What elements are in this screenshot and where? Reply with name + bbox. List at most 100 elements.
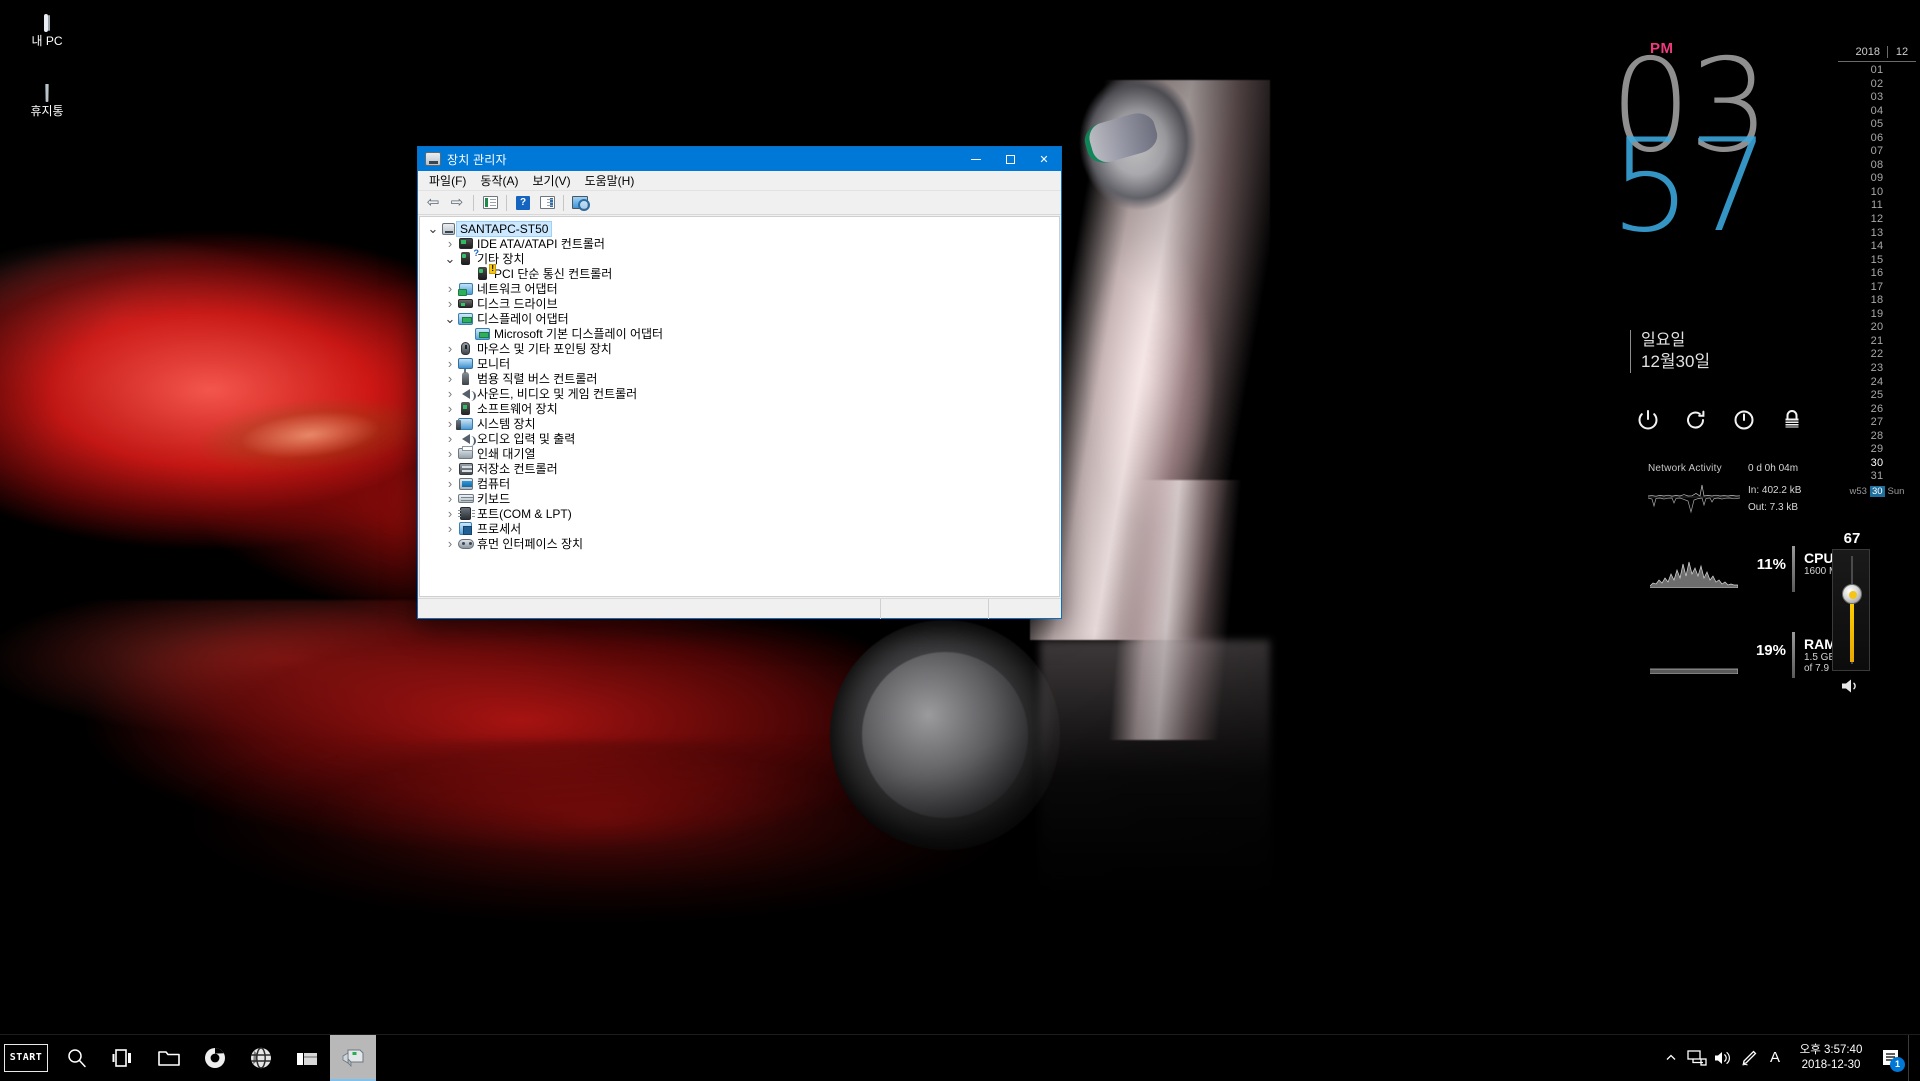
taskbar-internet-button[interactable] [238,1035,284,1081]
properties-button[interactable] [479,193,501,213]
chevron-down-icon[interactable]: ⌄ [443,256,457,262]
device-tree-node[interactable]: ›소프트웨어 장치 [426,401,1059,416]
chevron-right-icon[interactable]: › [443,357,457,370]
chevron-right-icon[interactable]: › [443,342,457,355]
start-button[interactable]: START [4,1044,48,1072]
mouse-icon [461,342,470,355]
device-tree-node[interactable]: ›저장소 컨트롤러 [426,461,1059,476]
taskbar-device-manager-button[interactable] [330,1035,376,1081]
chevron-down-icon[interactable]: ⌄ [443,316,457,322]
chevron-right-icon[interactable]: › [443,492,457,505]
menu-bar[interactable]: 파일(F) 동작(A) 보기(V) 도움말(H) [418,171,1061,191]
device-tree-node[interactable]: ⌄?기타 장치 [426,251,1059,266]
menu-help[interactable]: 도움말(H) [578,170,642,191]
scan-hardware-button[interactable] [569,193,591,213]
chevron-right-icon[interactable]: › [443,297,457,310]
desktop-icon-my-pc[interactable]: 내 PC [4,16,90,48]
chevron-right-icon[interactable]: › [443,522,457,535]
menu-file[interactable]: 파일(F) [422,170,473,191]
taskbar-folder-pin-button[interactable] [146,1035,192,1081]
calendar-day: 12 [1838,213,1916,227]
device-tree-node[interactable]: ›인쇄 대기열 [426,446,1059,461]
chevron-right-icon[interactable]: › [443,237,457,250]
forward-button[interactable]: ⇨ [446,193,468,213]
calendar-day: 18 [1838,294,1916,308]
device-manager-window[interactable]: 장치 관리자 ✕ 파일(F) 동작(A) 보기(V) 도움말(H) ⇦ ⇨ ? [417,146,1062,619]
device-tree-node[interactable]: ›IDE ATA/ATAPI 컨트롤러 [426,236,1059,251]
device-tree-node[interactable]: ›모니터 [426,356,1059,371]
device-tree-node[interactable]: Microsoft 기본 디스플레이 어댑터 [426,326,1059,341]
back-button[interactable]: ⇦ [422,193,444,213]
device-tree-node[interactable]: ›디스크 드라이브 [426,296,1059,311]
device-tree-pane[interactable]: ⌄SANTAPC-ST50›IDE ATA/ATAPI 컨트롤러⌄?기타 장치!… [419,216,1060,597]
maximize-button[interactable] [993,147,1027,171]
device-tree-node[interactable]: ⌄SANTAPC-ST50 [426,221,1059,236]
chevron-right-icon[interactable]: › [443,282,457,295]
device-tree-node[interactable]: ⌄디스플레이 어댑터 [426,311,1059,326]
show-desktop-button[interactable] [1908,1035,1916,1081]
chevron-right-icon[interactable]: › [443,417,457,430]
chevron-right-icon[interactable]: › [443,372,457,385]
menu-action[interactable]: 동작(A) [473,170,525,191]
chevron-right-icon[interactable]: › [443,477,457,490]
tray-chevron-button[interactable] [1658,1035,1684,1081]
taskbar[interactable]: START [0,1034,1920,1080]
restart-icon[interactable] [1684,408,1708,432]
taskbar-chrome-button[interactable] [192,1035,238,1081]
chevron-right-icon[interactable]: › [443,462,457,475]
taskbar-file-explorer-button[interactable] [284,1035,330,1081]
chevron-right-icon[interactable]: › [443,507,457,520]
shutdown-icon[interactable] [1732,408,1756,432]
chevron-down-icon[interactable]: ⌄ [426,226,440,232]
close-button[interactable]: ✕ [1027,147,1061,171]
desktop-icon-recycle-bin[interactable]: 휴지통 [4,86,90,118]
device-tree-node[interactable]: › 프로세서 [426,521,1059,536]
device-tree-node[interactable]: !PCI 단순 통신 컨트롤러 [426,266,1059,281]
tray-network-button[interactable] [1684,1035,1710,1081]
tray-notification-button[interactable]: 1 [1874,1035,1908,1081]
chevron-right-icon[interactable]: › [443,402,457,415]
device-tree[interactable]: ⌄SANTAPC-ST50›IDE ATA/ATAPI 컨트롤러⌄?기타 장치!… [420,217,1059,551]
device-tree-node[interactable]: ›시스템 장치 [426,416,1059,431]
update-driver-button[interactable] [536,193,558,213]
title-bar[interactable]: 장치 관리자 ✕ [418,147,1061,171]
volume-gadget[interactable]: 67 [1832,530,1892,700]
device-tree-node[interactable]: ›마우스 및 기타 포인팅 장치 [426,341,1059,356]
lock-icon[interactable] [1780,408,1804,432]
device-icon-wrap [457,507,474,521]
taskbar-task-view-button[interactable] [100,1035,146,1081]
calendar-day: 06 [1838,132,1916,146]
speaker-icon[interactable] [1840,677,1892,700]
volume-slider[interactable] [1832,549,1870,671]
tray-clock[interactable]: 오후 3:57:40 2018-12-30 [1788,1035,1874,1081]
device-tree-node[interactable]: ›키보드 [426,491,1059,506]
device-tree-node[interactable]: ›네트워크 어댑터 [426,281,1059,296]
device-tree-node[interactable]: ›휴먼 인터페이스 장치 [426,536,1059,551]
tray-ime-button[interactable]: A [1762,1035,1788,1081]
device-tree-node[interactable]: ›포트(COM & LPT) [426,506,1059,521]
menu-view[interactable]: 보기(V) [525,170,577,191]
software-device-icon [461,402,470,415]
power-icon[interactable] [1636,408,1660,432]
volume-knob[interactable] [1842,584,1862,604]
chevron-right-icon[interactable]: › [443,447,457,460]
calendar-day: 26 [1838,403,1916,417]
device-tree-node[interactable]: ›사운드, 비디오 및 게임 컨트롤러 [426,386,1059,401]
calendar-gadget[interactable]: 2018 12 01020304050607080910111213141516… [1838,46,1916,497]
tool-bar[interactable]: ⇦ ⇨ ? [418,191,1061,215]
chevron-right-icon[interactable]: › [443,432,457,445]
chevron-right-icon[interactable]: › [443,537,457,550]
device-tree-node[interactable]: ›오디오 입력 및 출력 [426,431,1059,446]
system-tray[interactable]: A 오후 3:57:40 2018-12-30 1 [1658,1035,1920,1081]
minimize-button[interactable] [959,147,993,171]
device-tree-label: 프로세서 [474,522,524,536]
calendar-day: 04 [1838,105,1916,119]
clock-gadget[interactable]: PM 03 57 [1620,34,1835,264]
tray-volume-button[interactable] [1710,1035,1736,1081]
chevron-right-icon[interactable]: › [443,387,457,400]
help-button[interactable]: ? [512,193,534,213]
device-tree-node[interactable]: ›컴퓨터 [426,476,1059,491]
tray-pen-button[interactable] [1736,1035,1762,1081]
taskbar-search-button[interactable] [54,1035,100,1081]
device-tree-node[interactable]: ›범용 직렬 버스 컨트롤러 [426,371,1059,386]
